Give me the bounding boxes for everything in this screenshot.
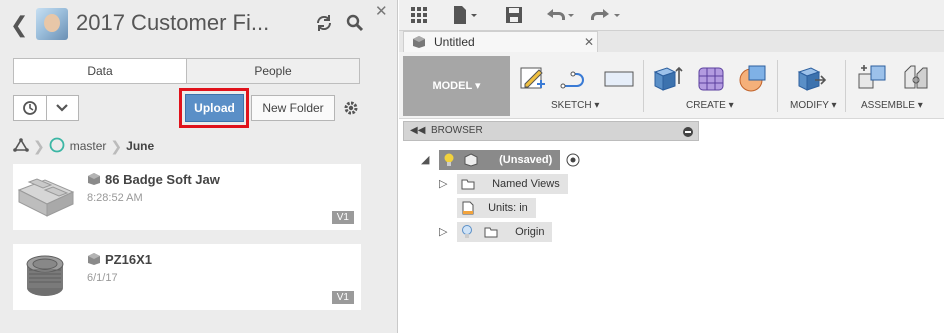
units-label: Units: in: [488, 202, 528, 214]
expand-triangle-icon[interactable]: ▷: [439, 177, 447, 190]
refresh-icon[interactable]: [314, 13, 336, 35]
named-views-label: Named Views: [492, 178, 560, 190]
project-title: 2017 Customer Fi...: [76, 10, 270, 35]
create-group-label[interactable]: CREATE ▾: [686, 100, 734, 111]
branch-icon: [49, 137, 65, 156]
document-tabs: Untitled ✕: [399, 31, 944, 53]
browser-panel-header[interactable]: ◀◀ BROWSER: [403, 121, 699, 141]
workspace-switcher[interactable]: MODEL ▾: [403, 56, 510, 116]
version-badge: V1: [331, 211, 354, 224]
project-avatar: [36, 8, 68, 40]
pz16x1-thumbnail: [15, 248, 77, 304]
origin-label: Origin: [515, 226, 545, 238]
breadcrumb-separator-icon: ❯: [110, 137, 123, 154]
file-card[interactable]: PZ16X1 6/1/17 V1: [13, 244, 361, 310]
file-name: PZ16X1: [87, 252, 152, 269]
application-toolbar: [399, 0, 944, 31]
extrude-icon[interactable]: [651, 62, 683, 99]
create-sketch-icon[interactable]: [519, 62, 549, 97]
root-label: (Unsaved): [499, 154, 553, 166]
file-timestamp: 8:28:52 AM: [87, 192, 143, 204]
revolve-icon[interactable]: [737, 62, 769, 99]
tab-people[interactable]: People: [186, 59, 359, 83]
line-arc-icon[interactable]: [559, 68, 595, 95]
close-icon[interactable]: ✕: [375, 2, 388, 20]
breadcrumb-branch[interactable]: master: [70, 139, 107, 153]
sketch-label: SKETCH: [551, 100, 592, 111]
form-icon[interactable]: [695, 62, 727, 99]
browser-title: BROWSER: [431, 125, 483, 136]
soft-jaw-thumbnail: [15, 168, 77, 224]
history-dropdown: [13, 95, 79, 121]
folder-icon: [484, 227, 498, 238]
file-name-text: 86 Badge Soft Jaw: [105, 172, 220, 187]
search-icon[interactable]: [345, 13, 367, 35]
assemble-group-label[interactable]: ASSEMBLE ▾: [861, 100, 923, 111]
gear-icon[interactable]: [342, 99, 360, 122]
ribbon-divider: [845, 60, 846, 112]
create-label: CREATE: [686, 100, 726, 111]
design-file-icon: [87, 172, 101, 189]
redo-icon[interactable]: [589, 4, 621, 26]
lightbulb-icon[interactable]: [461, 225, 473, 239]
file-name-text: PZ16X1: [105, 252, 152, 267]
expand-triangle-icon[interactable]: ◢: [421, 153, 429, 166]
browser-root-node[interactable]: (Unsaved): [439, 150, 561, 170]
history-icon[interactable]: [14, 96, 46, 120]
rectangle-icon[interactable]: [603, 70, 635, 93]
modify-group-label[interactable]: MODIFY ▾: [790, 100, 837, 111]
tab-untitled[interactable]: Untitled ✕: [403, 31, 598, 52]
save-icon[interactable]: [505, 4, 523, 26]
file-name: 86 Badge Soft Jaw: [87, 172, 220, 189]
ribbon-divider: [643, 60, 644, 112]
lightbulb-icon[interactable]: [443, 153, 455, 167]
browser-node-named-views[interactable]: Named Views: [457, 174, 568, 194]
hub-icon[interactable]: [13, 137, 29, 155]
workspace-label: MODEL: [432, 80, 472, 92]
design-workspace: Untitled ✕ MODEL ▾ SKETCH ▾ CREATE ▾ MOD…: [399, 0, 944, 333]
expand-triangle-icon[interactable]: ▷: [439, 225, 447, 238]
breadcrumb-separator-icon: ❯: [33, 137, 45, 154]
document-icon: [462, 201, 474, 215]
upload-button[interactable]: Upload: [185, 94, 244, 122]
tab-data[interactable]: Data: [14, 59, 186, 83]
new-component-icon[interactable]: [857, 62, 889, 99]
file-card[interactable]: 86 Badge Soft Jaw 8:28:52 AM V1: [13, 164, 361, 230]
file-menu-icon[interactable]: [451, 4, 479, 26]
component-icon: [464, 153, 478, 167]
collapse-panel-icon[interactable]: ◀◀: [410, 122, 425, 140]
minimize-icon[interactable]: [683, 126, 693, 144]
ribbon-divider: [777, 60, 778, 112]
toolbar-ribbon: MODEL ▾ SKETCH ▾ CREATE ▾ MODIFY ▾ ASSEM…: [399, 52, 944, 119]
press-pull-icon[interactable]: [795, 62, 827, 99]
close-tab-icon[interactable]: ✕: [584, 32, 594, 52]
browser-node-units[interactable]: Units: in: [457, 198, 536, 218]
tab-label: Untitled: [434, 35, 475, 49]
modify-label: MODIFY: [790, 100, 829, 111]
undo-icon[interactable]: [543, 4, 575, 26]
back-chevron-icon[interactable]: ❮: [10, 12, 28, 38]
panel-tabs: Data People: [13, 58, 360, 84]
breadcrumb: ❯ master ❯ June: [13, 137, 154, 155]
file-date: 6/1/17: [87, 272, 118, 284]
design-file-icon: [87, 252, 101, 269]
assemble-label: ASSEMBLE: [861, 100, 915, 111]
data-panel: ❮ 2017 Customer Fi... ✕ Data People Uplo…: [0, 0, 398, 333]
browser-node-origin[interactable]: Origin: [457, 222, 553, 242]
activate-radio-icon[interactable]: [566, 153, 580, 172]
folder-icon: [461, 179, 475, 190]
joint-icon[interactable]: [899, 62, 931, 99]
new-folder-button[interactable]: New Folder: [251, 95, 335, 121]
sketch-group-label[interactable]: SKETCH ▾: [551, 100, 599, 111]
breadcrumb-current: June: [126, 139, 155, 153]
grid-menu-icon[interactable]: [409, 4, 429, 26]
chevron-down-icon[interactable]: [45, 96, 79, 120]
panel-header: ❮ 2017 Customer Fi... ✕: [0, 0, 398, 50]
version-badge: V1: [331, 291, 354, 304]
